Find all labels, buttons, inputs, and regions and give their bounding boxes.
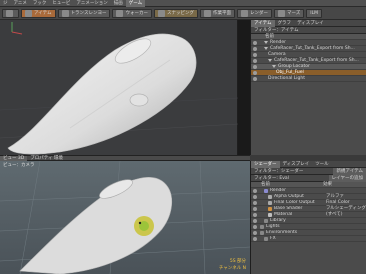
new-item-button[interactable]: 新規アイテム xyxy=(333,167,366,175)
shader-layer-icon xyxy=(260,224,264,229)
toolbar-button-label: レンダー xyxy=(249,10,268,16)
toolbar-button[interactable]: トランスレンヨー xyxy=(57,8,111,18)
shader-layer-icon xyxy=(264,218,268,223)
viewport-readout-2: チャンネル N xyxy=(218,266,246,271)
render-icon xyxy=(240,9,248,17)
shader-row-name: FX xyxy=(270,235,276,241)
eye-icon[interactable] xyxy=(253,58,257,63)
split-tab-3d[interactable]: ビュー 3D xyxy=(0,155,28,161)
items-filter-label[interactable]: フィルター：アイテム xyxy=(251,27,301,34)
add-layer-button[interactable]: レイヤーの追加 xyxy=(328,174,366,182)
items-tab[interactable]: ディスプレイ xyxy=(294,20,327,27)
toolbar-button[interactable]: レンダー xyxy=(236,8,272,18)
expand-triangle-icon[interactable] xyxy=(264,41,268,44)
toolbar-button-label: ウォーカー xyxy=(125,10,148,16)
move-icon xyxy=(61,9,69,17)
eye-icon[interactable] xyxy=(253,70,257,75)
toolbar-button-label: スナッピング xyxy=(166,10,194,16)
toolbar-button-label: アイテム xyxy=(34,10,52,16)
camera-viewport[interactable]: ビュー：カメラ 5S 部分 チャンネル N xyxy=(0,161,250,274)
shader-layer-icon xyxy=(268,212,272,217)
shader-tree-row[interactable]: FX xyxy=(251,236,366,242)
menu-tab[interactable]: ジ xyxy=(0,0,11,7)
shader-row-effect[interactable]: (すべて) xyxy=(326,212,343,218)
camera-viewport-scene xyxy=(0,161,250,274)
expand-triangle-icon[interactable] xyxy=(268,59,272,62)
toolbar-button-label: 作業平面 xyxy=(212,10,231,16)
toolbar-button-label: トランスレンヨー xyxy=(70,10,107,16)
shader-filter-label[interactable]: フィルター：シェーダー xyxy=(251,168,306,175)
shader-layer-icon xyxy=(268,194,272,199)
arrow-icon xyxy=(116,9,124,17)
toolbar-button[interactable]: ウォーカー xyxy=(112,8,152,18)
eye-icon[interactable] xyxy=(253,224,257,229)
toolbar-button[interactable]: スナッピング xyxy=(153,8,198,18)
toolbar-button-label: ILM xyxy=(310,10,318,16)
eye-icon[interactable] xyxy=(253,212,257,217)
eye-icon[interactable] xyxy=(253,200,257,205)
menu-tab[interactable]: ヒュービ xyxy=(49,0,73,7)
menu-tab-bar: ジアニメ フック ヒュービ アニメーション 描画 ゲーム xyxy=(0,0,366,7)
plane-icon xyxy=(203,9,211,17)
shader-tab[interactable]: ディスプレイ xyxy=(280,161,313,168)
eye-icon[interactable] xyxy=(253,194,257,199)
preview-icon xyxy=(277,9,285,17)
cube-icon xyxy=(25,9,32,17)
menu-tab[interactable]: アニメ xyxy=(11,0,30,7)
toolbar-button[interactable]: マーズ xyxy=(273,8,305,18)
expand-triangle-icon[interactable] xyxy=(272,65,276,68)
viewport-readout-1: 5S 部分 xyxy=(229,259,246,264)
magnet-icon xyxy=(157,9,165,17)
viewport-scene xyxy=(0,22,238,155)
eye-icon[interactable] xyxy=(253,230,257,235)
menu-tab[interactable]: フック xyxy=(30,0,50,7)
eye-icon[interactable] xyxy=(253,236,257,241)
viewport-side-gutter xyxy=(238,20,250,155)
items-list-panel: アイテム グラフ ディスプレイ フィルター：アイテム 名前 Render CafeRa… xyxy=(250,19,366,155)
eye-icon[interactable] xyxy=(253,52,257,57)
shader-tree-panel: シェーダー ディスプレイ ツール フィルター：シェーダー 新規アイテム フィルター:… xyxy=(250,160,366,274)
split-tab-props[interactable]: プロパティ 環境 xyxy=(27,156,66,161)
toolbar-button[interactable]: アイテム xyxy=(21,8,56,18)
shader-layer-icon xyxy=(268,206,272,211)
perspective-viewport[interactable] xyxy=(0,20,238,155)
shader-layer-icon xyxy=(268,200,272,205)
toolbar-button[interactable]: 作業平面 xyxy=(199,8,235,18)
expand-triangle-icon[interactable] xyxy=(264,47,268,50)
menu-tab[interactable]: 描画 xyxy=(111,0,126,7)
items-row-label: Directional Light xyxy=(268,75,305,81)
shader-layer-icon xyxy=(264,188,268,193)
shader-tab[interactable]: シェーダー xyxy=(251,160,280,168)
menu-tab[interactable]: ゲーム xyxy=(125,0,146,7)
items-tree-row[interactable]: Directional Light xyxy=(251,76,366,82)
toolbar-button[interactable]: ILM xyxy=(306,8,322,18)
shader-eval-filter[interactable]: フィルター: Eval xyxy=(251,175,292,182)
menu-tab[interactable]: アニメーション xyxy=(73,0,110,7)
eye-icon[interactable] xyxy=(253,64,257,69)
shader-layer-icon xyxy=(260,230,264,235)
shader-row-name-cell: FX xyxy=(260,236,326,242)
eye-icon[interactable] xyxy=(253,206,257,211)
camera-viewport-label: ビュー：カメラ xyxy=(3,163,35,168)
grid-icon xyxy=(6,9,13,17)
items-tree: Render CafeRacer_Tut_Tank_Export from Sh.… xyxy=(251,40,366,82)
toolbar-button-label: マーズ xyxy=(286,10,301,16)
shader-layer-icon xyxy=(264,236,268,241)
toolbar-button[interactable] xyxy=(2,8,19,18)
eye-icon[interactable] xyxy=(253,40,257,45)
main-toolbar: アイテム トランスレンヨー ウォーカー スナッピング 作業平面 レンダー マーズ ILM xyxy=(0,7,366,20)
items-tab[interactable]: グラフ xyxy=(275,20,295,27)
eye-icon[interactable] xyxy=(253,218,257,223)
fuel-tank-model xyxy=(7,33,197,155)
shader-tab[interactable]: ツール xyxy=(312,161,332,168)
eye-icon[interactable] xyxy=(253,46,257,51)
shader-tree: Render Alpha Output アルファ Final Color Output… xyxy=(251,188,366,242)
eye-icon[interactable] xyxy=(253,76,257,81)
eye-icon[interactable] xyxy=(253,188,257,193)
items-tab[interactable]: アイテム xyxy=(251,19,275,27)
